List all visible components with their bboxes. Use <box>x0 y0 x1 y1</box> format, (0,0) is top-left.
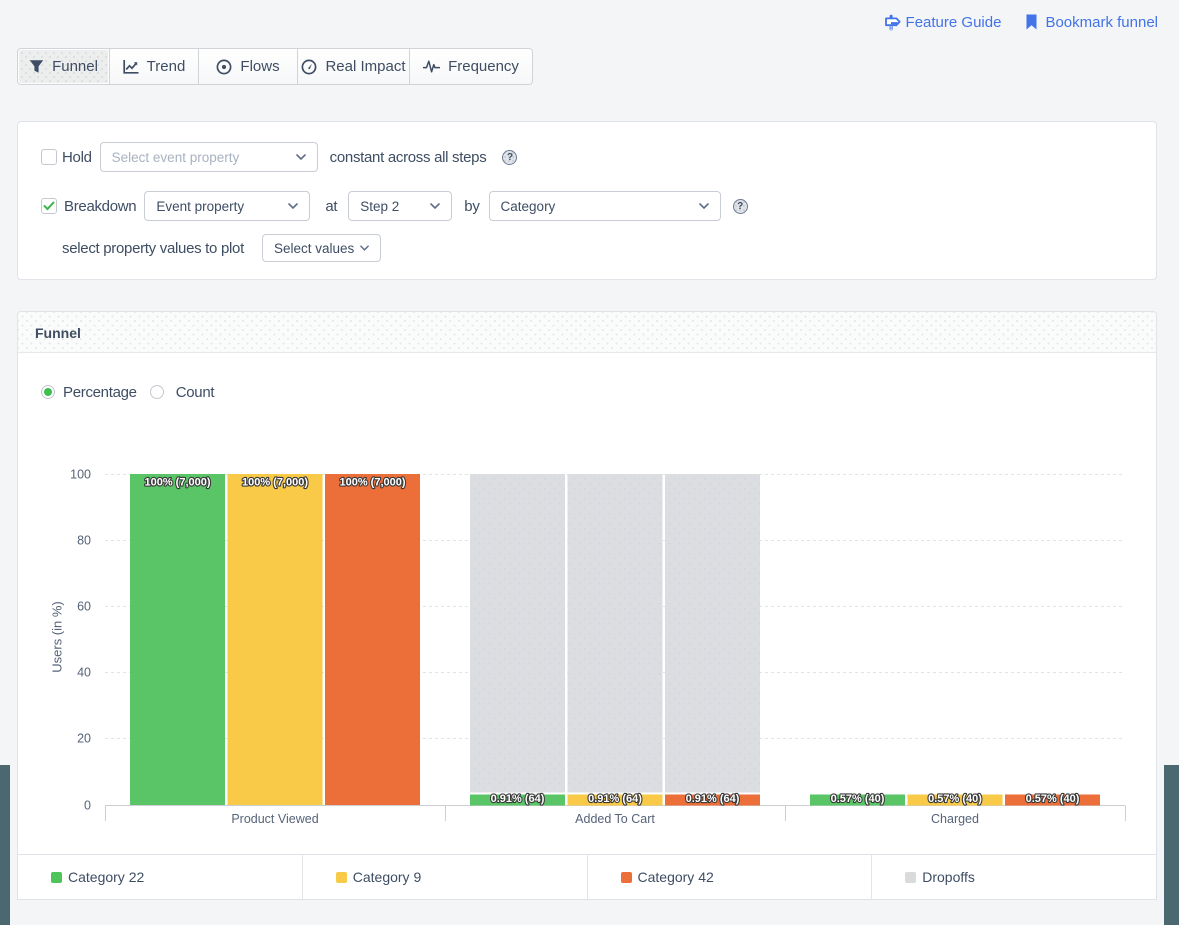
svg-text:100% (7,000): 100% (7,000) <box>339 477 405 489</box>
svg-text:Product Viewed: Product Viewed <box>231 812 318 826</box>
svg-text:0.57% (40): 0.57% (40) <box>1026 793 1080 805</box>
svg-text:40: 40 <box>77 666 91 680</box>
svg-text:0.57% (40): 0.57% (40) <box>831 793 885 805</box>
svg-text:0.91% (64): 0.91% (64) <box>588 793 642 805</box>
svg-text:0.91% (64): 0.91% (64) <box>491 793 545 805</box>
svg-text:Users (in %): Users (in %) <box>50 601 65 673</box>
svg-text:20: 20 <box>77 732 91 746</box>
svg-text:0.57% (40): 0.57% (40) <box>928 793 982 805</box>
svg-text:100% (7,000): 100% (7,000) <box>144 477 210 489</box>
svg-text:100: 100 <box>70 468 91 482</box>
svg-text:Charged: Charged <box>931 812 979 826</box>
svg-text:100% (7,000): 100% (7,000) <box>242 477 308 489</box>
svg-text:0: 0 <box>84 799 91 813</box>
svg-text:0.91% (64): 0.91% (64) <box>686 793 740 805</box>
svg-text:80: 80 <box>77 534 91 548</box>
svg-text:60: 60 <box>77 600 91 614</box>
svg-text:Added To Cart: Added To Cart <box>575 812 655 826</box>
